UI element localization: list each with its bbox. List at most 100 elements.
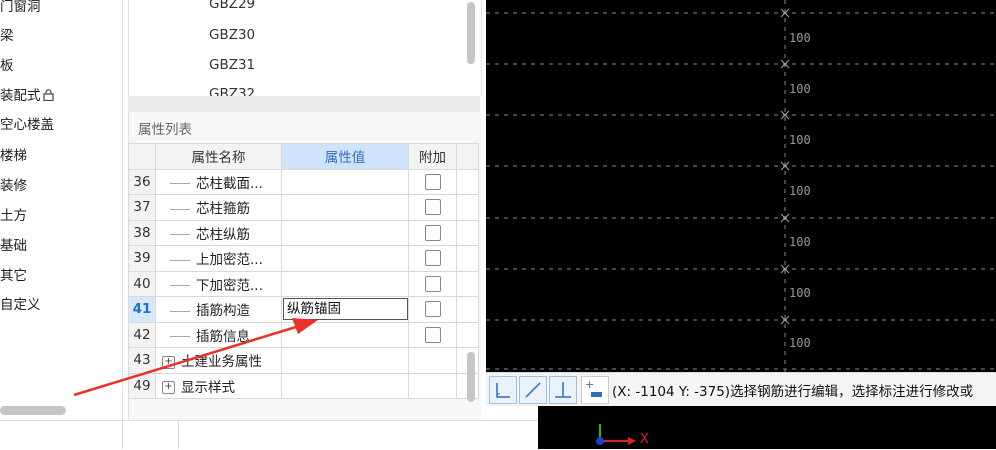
svg-text:+: + — [585, 378, 594, 391]
tree-line — [170, 183, 190, 185]
panel-splitter[interactable] — [128, 96, 480, 113]
property-table-scrollbar[interactable] — [467, 352, 475, 402]
header-spacer — [456, 143, 479, 170]
tree-line — [170, 234, 190, 236]
table-row[interactable]: 40 下加密范... — [128, 270, 479, 297]
table-row-group[interactable]: 43 + 土建业务属性 — [128, 347, 479, 374]
dimension-label: 100 — [789, 235, 811, 249]
attach-checkbox[interactable] — [424, 275, 441, 292]
property-value[interactable] — [281, 270, 409, 297]
component-list-scrollbar[interactable] — [467, 2, 475, 64]
add-annotation-button[interactable]: + — [581, 376, 609, 404]
property-value — [281, 372, 409, 399]
table-row-active[interactable]: 41 插筋构造 纵筋锚固 — [128, 296, 479, 323]
property-name: 芯柱纵筋 — [196, 226, 250, 243]
diagonal-line-tool-button[interactable] — [519, 376, 547, 404]
tree-item-label: 其它 — [0, 268, 27, 284]
property-panel-title: 属性列表 — [138, 122, 192, 138]
row-number: 37 — [128, 194, 156, 221]
list-item[interactable]: GBZ30 — [209, 27, 255, 43]
property-name: 下加密范... — [196, 277, 263, 294]
tree-item-foundation[interactable]: 基础 — [0, 235, 27, 257]
property-value-input[interactable]: 纵筋锚固 — [283, 298, 408, 321]
attach-checkbox[interactable] — [424, 326, 441, 343]
column-header-extra[interactable]: 附加 — [408, 143, 457, 170]
expand-icon[interactable]: + — [162, 355, 175, 369]
property-group-name: 土建业务属性 — [181, 354, 262, 371]
tree-line — [170, 336, 190, 338]
tree-horizontal-scrollbar[interactable] — [0, 406, 66, 415]
dimension-label: 100 — [789, 286, 811, 300]
corner-line-tool-button[interactable] — [489, 376, 517, 404]
tree-item-label: 装修 — [0, 178, 27, 194]
property-name: 芯柱箍筋 — [196, 201, 250, 218]
divider — [178, 420, 179, 449]
row-number: 42 — [128, 321, 156, 348]
property-value[interactable] — [281, 168, 409, 195]
diagonal-line-icon — [525, 382, 541, 398]
row-number: 36 — [128, 168, 156, 195]
x-axis-label: X — [640, 432, 649, 447]
dimension-label: 100 — [789, 133, 811, 147]
property-value[interactable] — [281, 245, 409, 272]
tree-item-other[interactable]: 其它 — [0, 265, 27, 287]
tree-item-hollow-floor[interactable]: 空心楼盖 — [0, 114, 54, 136]
dimension-label: 100 — [789, 184, 811, 198]
row-number: 43 — [128, 347, 156, 374]
component-tree: 门窗洞 梁 板 装配式 空心楼盖 楼梯 装修 土方 基础 其它 自定义 — [0, 0, 123, 420]
tree-line — [170, 208, 190, 210]
property-name: 上加密范... — [196, 252, 263, 269]
table-row-group[interactable]: 49 + 显示样式 — [128, 372, 479, 399]
property-group-name: 显示样式 — [181, 379, 235, 396]
tree-item-stairs[interactable]: 楼梯 — [0, 145, 27, 167]
lock-icon — [42, 86, 54, 108]
property-name: 插筋信息 — [196, 328, 250, 345]
tree-item-decoration[interactable]: 装修 — [0, 175, 27, 197]
tree-item-slab[interactable]: 板 — [0, 55, 14, 77]
table-row[interactable]: 42 插筋信息 — [128, 321, 479, 348]
column-header-name[interactable]: 属性名称 — [155, 143, 282, 170]
tree-item-label: 基础 — [0, 238, 27, 254]
property-value[interactable] — [281, 194, 409, 221]
property-value[interactable] — [281, 219, 409, 246]
property-value[interactable] — [281, 321, 409, 348]
table-row[interactable]: 39 上加密范... — [128, 245, 479, 272]
attach-checkbox[interactable] — [424, 250, 441, 267]
property-value — [281, 347, 409, 374]
tree-item-custom[interactable]: 自定义 — [0, 294, 41, 316]
dimension-label: 100 — [789, 82, 811, 96]
table-row[interactable]: 37 芯柱箍筋 — [128, 194, 479, 221]
attach-checkbox[interactable] — [424, 301, 441, 318]
table-row[interactable]: 38 芯柱纵筋 — [128, 219, 479, 246]
attach-checkbox[interactable] — [424, 199, 441, 216]
tree-line — [170, 285, 190, 287]
column-header-number — [128, 143, 156, 170]
status-text: (X: -1104 Y: -375)选择钢筋进行编辑，选择标注进行修改或 — [612, 384, 974, 400]
expand-icon[interactable]: + — [162, 381, 175, 395]
drawing-canvas[interactable]: 100 100 100 100 100 100 100 — [486, 0, 996, 372]
property-name: 芯柱截面... — [196, 175, 263, 192]
attach-checkbox[interactable] — [424, 224, 441, 241]
tree-item-door-window[interactable]: 门窗洞 — [0, 0, 41, 18]
tree-item-label: 自定义 — [0, 297, 41, 313]
perpendicular-tool-button[interactable] — [549, 376, 577, 404]
column-header-value[interactable]: 属性值 — [281, 143, 409, 170]
attach-checkbox[interactable] — [424, 173, 441, 190]
list-item[interactable]: GBZ32 — [209, 86, 255, 96]
tree-item-beam[interactable]: 梁 — [0, 25, 14, 47]
row-number: 49 — [128, 372, 156, 399]
tree-item-label: 空心楼盖 — [0, 117, 54, 133]
tree-item-prefab[interactable]: 装配式 — [0, 85, 54, 107]
grid-lines — [486, 0, 996, 372]
tree-item-earthwork[interactable]: 土方 — [0, 205, 27, 227]
table-header-row: 属性名称 属性值 附加 — [128, 143, 479, 170]
tree-line — [170, 310, 190, 312]
row-number: 41 — [128, 296, 156, 323]
list-item[interactable]: GBZ31 — [209, 57, 255, 73]
perpendicular-icon — [555, 382, 571, 398]
tree-item-label: 土方 — [0, 208, 27, 224]
tree-line — [170, 259, 190, 261]
dimension-label: 100 — [789, 336, 811, 350]
table-row[interactable]: 36 芯柱截面... — [128, 168, 479, 195]
list-item[interactable]: GBZ29 — [209, 0, 255, 12]
